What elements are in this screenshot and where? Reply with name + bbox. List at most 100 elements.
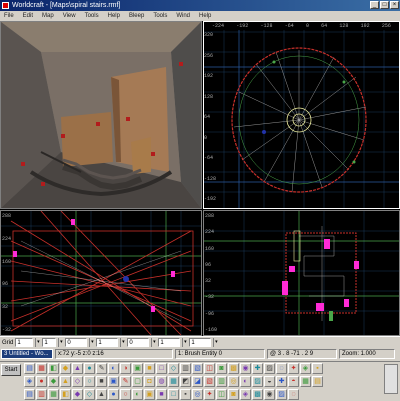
spinner-arrow-icon[interactable]: ▾	[182, 338, 188, 347]
tool-button-icon[interactable]: ▨	[264, 363, 275, 374]
tool-button-icon[interactable]: ◐	[132, 389, 143, 400]
tool-button-icon[interactable]: ▢	[132, 376, 143, 387]
start-button[interactable]: Start	[1, 364, 21, 376]
tool-button-icon[interactable]: ▪	[312, 363, 323, 374]
close-button[interactable]: ×	[390, 1, 399, 9]
menu-help-2[interactable]: Help	[199, 11, 211, 21]
tool-button-icon[interactable]: ▨	[252, 376, 263, 387]
tool-button-icon[interactable]: ▧	[204, 376, 215, 387]
tool-button-icon[interactable]: ■	[144, 363, 155, 374]
spinner-arrow-icon[interactable]: ▾	[89, 338, 95, 347]
spinner-5[interactable]: 0	[127, 338, 150, 347]
tool-button-icon[interactable]: ◆	[72, 389, 83, 400]
tool-button-icon[interactable]: ✦	[288, 363, 299, 374]
tool-button-icon[interactable]: ◆	[60, 363, 71, 374]
menu-edit[interactable]: Edit	[23, 11, 33, 21]
spinner-2[interactable]: 1	[42, 338, 57, 347]
spinner-7[interactable]: 1	[189, 338, 212, 347]
tool-button-icon[interactable]: □	[156, 363, 167, 374]
spinner-arrow-icon[interactable]: ▾	[120, 338, 126, 347]
tool-button-icon[interactable]: ●	[36, 376, 47, 387]
tool-button-icon[interactable]: ◐	[240, 376, 251, 387]
tool-button-icon[interactable]: ●	[108, 389, 119, 400]
tool-button-icon[interactable]: ▣	[132, 363, 143, 374]
tool-button-icon[interactable]: ◌	[276, 363, 287, 374]
tool-button-icon[interactable]: ▦	[48, 389, 59, 400]
tool-button-icon[interactable]: ▤	[24, 389, 35, 400]
tool-button-icon[interactable]: ◎	[228, 376, 239, 387]
menu-tools-2[interactable]: Tools	[153, 11, 167, 21]
tool-button-icon[interactable]: ▲	[96, 389, 107, 400]
menu-file[interactable]: File	[4, 11, 14, 21]
tool-button-icon[interactable]: ◎	[192, 389, 203, 400]
texture-preview[interactable]	[384, 364, 398, 394]
viewport-front[interactable]: 288 224 160 96 32 -32 -96 -160	[203, 210, 400, 336]
tool-button-icon[interactable]: ◉	[240, 363, 251, 374]
tool-button-icon[interactable]: ◆	[48, 376, 59, 387]
tool-button-icon[interactable]: ◙	[216, 363, 227, 374]
tool-button-icon[interactable]: ◫	[204, 363, 215, 374]
tool-button-icon[interactable]: ▩	[228, 363, 239, 374]
spinner-arrow-icon[interactable]: ▾	[213, 338, 219, 347]
tool-button-icon[interactable]: ◒	[264, 376, 275, 387]
tool-button-icon[interactable]: ◧	[60, 389, 71, 400]
spinner-arrow-icon[interactable]: ▾	[35, 338, 41, 347]
tool-button-icon[interactable]: ◉	[264, 389, 275, 400]
viewport-top[interactable]: -224 -192 -128 -64 0 64 128 192 256 320 …	[203, 21, 400, 209]
tool-button-icon[interactable]: ◈	[240, 389, 251, 400]
tool-button-icon[interactable]: ▪	[180, 389, 191, 400]
tool-button-icon[interactable]: ▥	[36, 389, 47, 400]
menu-window[interactable]: Wind	[176, 11, 190, 21]
minimize-button[interactable]: _	[370, 1, 379, 9]
tool-button-icon[interactable]: ◪	[192, 376, 203, 387]
tool-button-icon[interactable]: ▤	[24, 363, 35, 374]
tool-button-icon[interactable]: ▥	[216, 376, 227, 387]
viewport-side[interactable]: 288 224 160 96 32 -32	[0, 210, 202, 336]
tool-button-icon[interactable]: ✚	[252, 363, 263, 374]
spinner-4[interactable]: 1	[96, 338, 119, 347]
tool-button-icon[interactable]: ▦	[168, 376, 179, 387]
tool-button-icon[interactable]: ✚	[276, 376, 287, 387]
tool-button-icon[interactable]: ◇	[168, 363, 179, 374]
menu-help[interactable]: Help	[108, 11, 120, 21]
tool-button-icon[interactable]: ◌	[288, 389, 299, 400]
spinner-arrow-icon[interactable]: ▾	[151, 338, 157, 347]
spinner-3[interactable]: 0	[65, 338, 88, 347]
tool-button-icon[interactable]: ◈	[24, 376, 35, 387]
tool-button-icon[interactable]: ▣	[144, 389, 155, 400]
tool-button-icon[interactable]: ◘	[144, 376, 155, 387]
tool-button-icon[interactable]: ◇	[72, 376, 83, 387]
tool-button-icon[interactable]: ◧	[48, 363, 59, 374]
spinner-arrow-icon[interactable]: ▾	[58, 338, 64, 347]
tool-button-icon[interactable]: ○	[84, 376, 95, 387]
tool-button-icon[interactable]: ◩	[180, 376, 191, 387]
tool-button-icon[interactable]: ▧	[192, 363, 203, 374]
tool-button-icon[interactable]: ◓	[288, 376, 299, 387]
menu-map[interactable]: Map	[42, 11, 54, 21]
tool-button-icon[interactable]: ▲	[60, 376, 71, 387]
tool-button-icon[interactable]: ▨	[276, 389, 287, 400]
menu-bleep[interactable]: Bleep	[129, 11, 144, 21]
maximize-button[interactable]: □	[380, 1, 389, 9]
tool-button-icon[interactable]: ◈	[300, 363, 311, 374]
grid-spinner[interactable]: 1	[15, 338, 34, 347]
tool-button-icon[interactable]: ○	[120, 389, 131, 400]
tool-button-icon[interactable]: ▩	[252, 389, 263, 400]
tool-button-icon[interactable]: ◇	[84, 389, 95, 400]
tool-button-icon[interactable]: ✎	[120, 376, 131, 387]
tool-button-icon[interactable]: ◑	[120, 363, 131, 374]
tool-button-icon[interactable]: ▦	[36, 363, 47, 374]
tool-button-icon[interactable]: ◙	[228, 389, 239, 400]
tool-button-icon[interactable]: ■	[96, 376, 107, 387]
tool-button-icon[interactable]: ◍	[156, 376, 167, 387]
tool-button-icon[interactable]: ▲	[72, 363, 83, 374]
menu-tools[interactable]: Tools	[85, 11, 99, 21]
spinner-6[interactable]: 1	[158, 338, 181, 347]
menu-view[interactable]: View	[63, 11, 76, 21]
viewport-3d[interactable]	[0, 21, 202, 209]
tool-button-icon[interactable]: ▤	[312, 376, 323, 387]
tool-button-icon[interactable]: ✎	[96, 363, 107, 374]
tool-button-icon[interactable]: ✦	[204, 389, 215, 400]
taskbar-task-button[interactable]: 3 Untitled - Wo...	[1, 349, 53, 359]
tool-button-icon[interactable]: ■	[156, 389, 167, 400]
